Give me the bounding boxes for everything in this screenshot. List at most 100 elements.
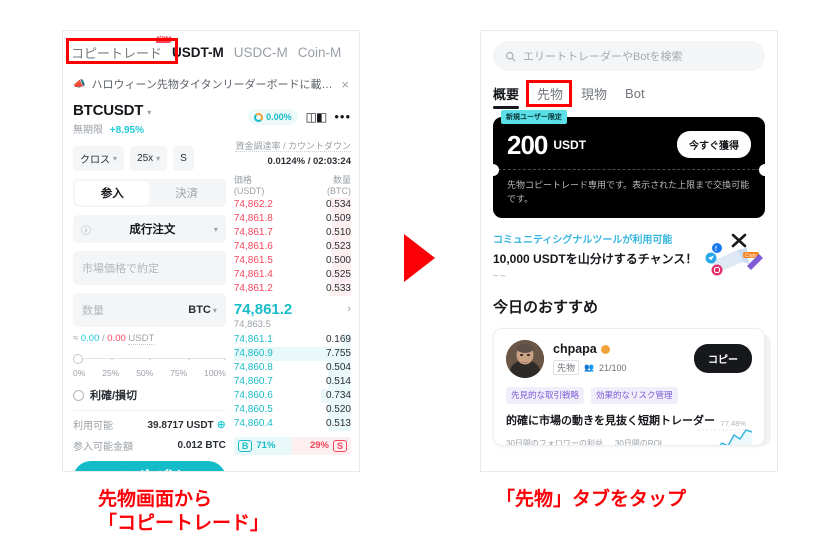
open-long-button[interactable]: ロングで参入 0.00 USDT <box>73 461 226 471</box>
ask-row[interactable]: 74,861.2 0.533 <box>234 281 351 296</box>
leverage-label: 25x <box>137 153 154 164</box>
orderbook-header: 価格 (USDT) 数量 (BTC) <box>234 175 351 198</box>
more-dots-icon[interactable]: ••• <box>334 110 351 123</box>
open-long-title: ロングで参入 <box>112 465 187 471</box>
chevron-down-icon: ▾ <box>147 108 152 117</box>
price-input[interactable]: 市場価格で約定 <box>73 251 226 285</box>
chevron-down-icon: ▾ <box>212 306 217 315</box>
trader-card[interactable]: chpapa 先物 👥 21/100 コピー 先見的な取引戦略 効果的なリスク管… <box>493 327 765 446</box>
tab-futures[interactable]: 先物 <box>537 84 563 103</box>
settings-chip[interactable]: S <box>173 146 194 171</box>
max-long-label: 参入可能金額 <box>73 442 133 453</box>
bid-row[interactable]: 74,860.4 0.513 <box>234 416 351 431</box>
info-icon: ⓘ <box>81 225 91 237</box>
available-balance-row: 利用可能 39.8717 USDT ⊕ <box>73 417 226 432</box>
slider-tick <box>111 358 114 360</box>
add-funds-icon[interactable]: ⊕ <box>217 419 226 431</box>
avatar <box>506 339 544 378</box>
tpsl-toggle[interactable]: 利確/損切 <box>73 387 226 411</box>
available-balance-value: 39.8717 USDT <box>147 420 214 431</box>
order-qty: 0.533 <box>325 283 351 294</box>
stat-label: 30日間のフォロワーの利益 <box>506 438 603 446</box>
funding-gauge-chip[interactable]: 0.00% <box>248 109 298 125</box>
promo-banner[interactable]: 新規ユーザー限定 200 USDT 今すぐ獲得 先物コピートレード専用です。表示… <box>487 110 771 218</box>
social-megaphone-icon: Copy f <box>705 234 763 276</box>
announcement-text: ハロウィーン先物タイタンリーダーボードに載… <box>91 79 333 91</box>
leverage-chip[interactable]: 25x ▾ <box>130 146 168 171</box>
tab-copy-trading[interactable]: コピートレード HOT <box>71 35 173 62</box>
candlestick-icon[interactable]: ◫◧ <box>306 110 328 124</box>
futures-trading-screen: コピートレード HOT USDT-M USDC-M Coin-M 📣 ハロウィー… <box>62 30 360 472</box>
trader-tag: 先見的な取引戦略 <box>506 386 585 404</box>
funding-rate-label: 資金調達率 / カウントダウン <box>235 141 351 152</box>
trader-card-stack: chpapa 先物 👥 21/100 コピー 先見的な取引戦略 効果的なリスク管… <box>493 327 771 446</box>
segment-close[interactable]: 決済 <box>149 181 223 205</box>
slider-tick <box>224 358 227 360</box>
signal-tool-banner[interactable]: コミュニティシグナルツールが利用可能 10,000 USDTを山分けするチャンス… <box>493 231 765 280</box>
slider-handle[interactable] <box>73 354 83 364</box>
open-close-segment: 参入 決済 <box>73 179 226 207</box>
tab-overview[interactable]: 概要 <box>493 84 520 109</box>
checkbox-icon[interactable] <box>73 389 84 401</box>
tab-coin-m[interactable]: Coin-M <box>298 45 342 60</box>
order-price: 74,861.5 <box>233 255 273 266</box>
ask-row[interactable]: 74,861.6 0.523 <box>234 239 351 254</box>
order-price: 74,860.9 <box>233 348 273 359</box>
tab-bot[interactable]: Bot <box>625 86 645 101</box>
trader-meta: 先物 👥 21/100 <box>553 360 685 376</box>
segment-open[interactable]: 参入 <box>75 181 150 205</box>
trading-body: BTCUSDT ▾ 無期限 +8.95% クロス ▾ 25x ▾ S 参入 決済… <box>63 99 359 471</box>
bid-rows: 74,861.1 0.169 74,860.9 7.755 74,860.8 0.504 7… <box>233 332 351 431</box>
trader-type-tag: 先物 <box>553 360 580 376</box>
sell-percent: 29% <box>309 440 329 451</box>
bid-row[interactable]: 74,860.8 0.504 <box>233 360 351 375</box>
bid-row[interactable]: 74,860.5 0.520 <box>234 402 351 417</box>
bid-row[interactable]: 74,860.9 7.755 <box>233 346 351 361</box>
amount-slider[interactable] <box>73 354 227 364</box>
symbol-selector[interactable]: BTCUSDT ▾ <box>73 102 226 119</box>
tab-usdt-m[interactable]: USDT-M <box>172 45 224 60</box>
ask-row[interactable]: 74,861.8 0.509 <box>234 211 351 226</box>
quantity-input[interactable]: 数量 BTC ▾ <box>73 293 226 327</box>
gauge-icon <box>254 112 264 122</box>
estimated-value-row: ≈ 0.00 / 0.00 USDT <box>73 333 226 345</box>
order-type-selector[interactable]: ⓘ 成行注文 ▾ <box>73 215 226 243</box>
search-input[interactable]: エリートトレーダーやBotを検索 <box>493 41 765 71</box>
tab-spot[interactable]: 現物 <box>581 84 607 103</box>
mid-price: 74,861.2 <box>233 300 293 318</box>
order-qty: 0.514 <box>325 376 351 387</box>
section-title-recommended: 今日のおすすめ <box>493 298 599 316</box>
announcement-banner[interactable]: 📣 ハロウィーン先物タイタンリーダーボードに載… × <box>63 71 359 99</box>
buy-percent: 71% <box>256 440 276 451</box>
slider-label-100: 100% <box>204 368 226 378</box>
buy-tag: B <box>237 439 253 452</box>
ask-row[interactable]: 74,861.5 0.500 <box>233 253 351 268</box>
ask-row[interactable]: 74,862.2 0.534 <box>234 197 351 212</box>
tab-usdc-m[interactable]: USDC-M <box>234 45 288 60</box>
chevron-right-icon[interactable]: › <box>347 303 351 315</box>
bid-row[interactable]: 74,860.7 0.514 <box>234 374 351 389</box>
signal-illustration: Copy f <box>703 232 765 278</box>
stat-roi: 30日間のROI <box>614 438 663 446</box>
close-icon[interactable]: × <box>341 77 349 92</box>
copy-trading-content: エリートトレーダーやBotを検索 概要 先物 現物 Bot 新規ユーザー限定 2… <box>481 31 777 446</box>
funding-rate-value: 0.0124% / 02:03:24 <box>267 156 351 167</box>
sparkline-chart: 77.48% <box>680 419 753 445</box>
search-icon <box>506 51 516 61</box>
promo-claim-button[interactable]: 今すぐ獲得 <box>677 131 751 158</box>
quantity-input-placeholder: 数量 <box>82 305 104 317</box>
order-price: 74,860.8 <box>233 362 273 373</box>
ask-row[interactable]: 74,861.7 0.510 <box>234 225 351 240</box>
mid-price-row[interactable]: 74,861.2 › <box>234 296 351 321</box>
signal-line3: – – <box>493 269 506 280</box>
bid-row[interactable]: 74,860.6 0.734 <box>234 388 351 403</box>
margin-mode-chip[interactable]: クロス ▾ <box>73 146 125 171</box>
sell-tag: S <box>332 439 347 452</box>
stat-label: 30日間のROI <box>614 438 663 446</box>
bid-row[interactable]: 74,861.1 0.169 <box>234 332 351 347</box>
signal-line2: 10,000 USDTを山分けするチャンス！ <box>493 251 698 266</box>
ask-row[interactable]: 74,861.4 0.525 <box>234 267 351 282</box>
copy-button[interactable]: コピー <box>694 344 752 374</box>
right-arrow <box>404 234 435 282</box>
quantity-unit-selector[interactable]: BTC ▾ <box>188 304 217 316</box>
